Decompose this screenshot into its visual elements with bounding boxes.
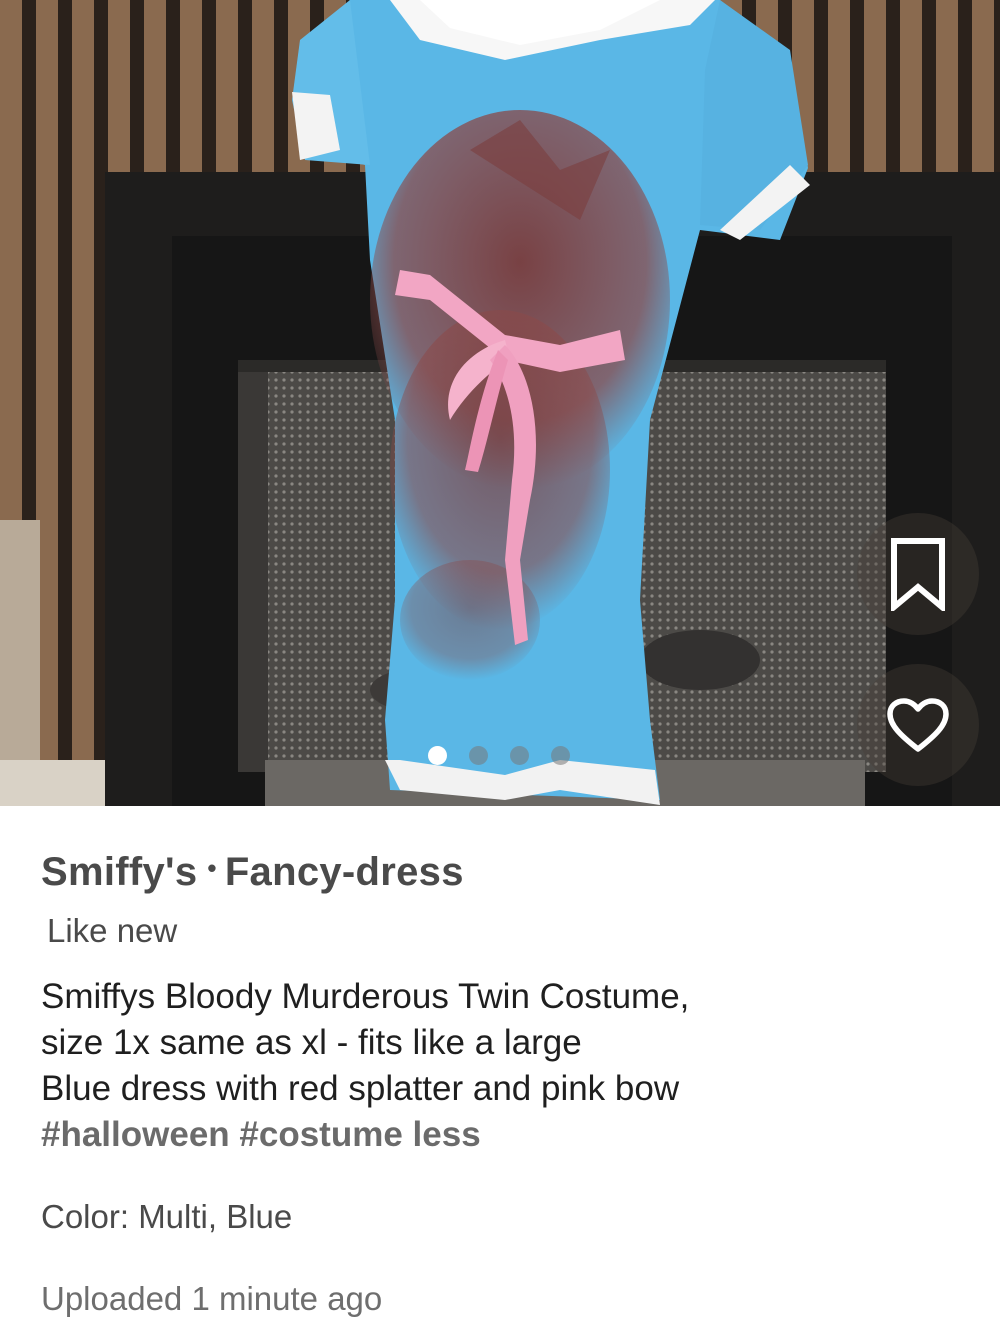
bookmark-icon [891, 538, 945, 611]
brand-link[interactable]: Smiffy's [41, 850, 197, 894]
separator-dot: • [207, 853, 217, 883]
category-link[interactable]: Fancy-dress [225, 850, 464, 894]
pagination-dot[interactable] [428, 746, 447, 765]
pagination-dot[interactable] [551, 746, 570, 765]
description-line: Smiffys Bloody Murderous Twin Costume, [41, 977, 690, 1016]
hashtag-halloween[interactable]: #halloween [41, 1115, 230, 1154]
hashtag-costume[interactable]: #costume [239, 1115, 402, 1154]
description-line: Blue dress with red splatter and pink bo… [41, 1069, 680, 1108]
pagination-dot[interactable] [510, 746, 529, 765]
listing-photo[interactable] [0, 0, 1000, 806]
costume-photo-illustration [0, 0, 1000, 806]
bookmark-button[interactable] [857, 513, 979, 635]
hashtag-line: #halloween #costume less [41, 1112, 971, 1158]
like-button[interactable] [857, 664, 979, 786]
brand-category-line: Smiffy's • Fancy-dress [41, 850, 464, 895]
color-info: Color: Multi, Blue [41, 1198, 293, 1235]
description-line: size 1x same as xl - fits like a large [41, 1023, 582, 1062]
pagination-dot[interactable] [469, 746, 488, 765]
description: Smiffys Bloody Murderous Twin Costume, s… [41, 974, 971, 1158]
upload-time: Uploaded 1 minute ago [41, 1280, 383, 1317]
less-toggle[interactable]: less [413, 1115, 481, 1154]
condition-label: Like new [47, 912, 178, 949]
gallery-pagination [428, 746, 570, 765]
heart-icon [887, 698, 949, 752]
listing-info: Smiffy's • Fancy-dress Like new Smiffys Bl… [0, 806, 1000, 1333]
